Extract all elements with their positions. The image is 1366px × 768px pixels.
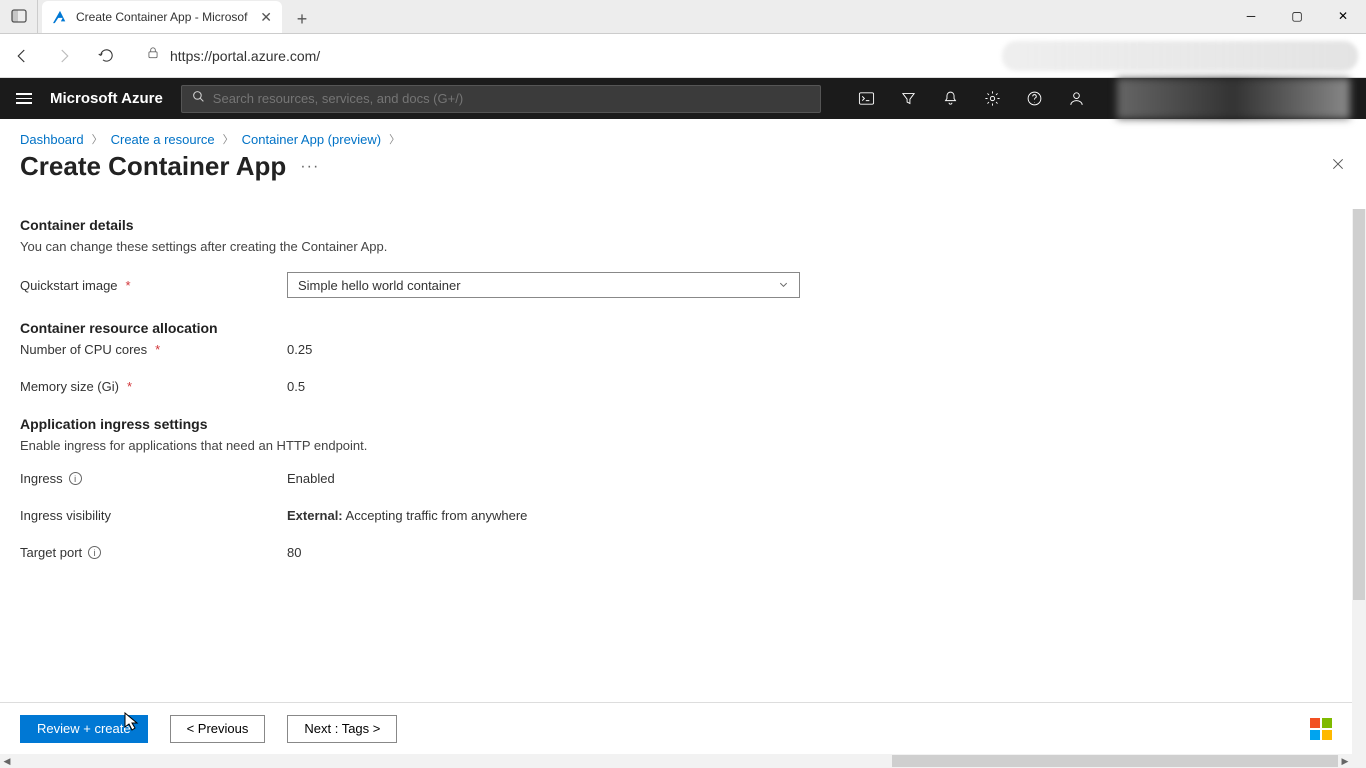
azure-favicon-icon [52,9,68,25]
hamburger-menu-button[interactable] [16,93,32,104]
info-icon[interactable]: i [88,546,101,559]
form-label: Ingress visibility [20,508,287,523]
directory-filter-icon[interactable] [889,78,929,119]
window-minimize-button[interactable]: ─ [1228,0,1274,33]
browser-address-bar [0,34,1366,78]
dropdown-value: Simple hello world container [298,278,461,293]
window-controls: ─ ▢ ✕ [1228,0,1366,33]
feedback-icon[interactable] [1057,78,1097,119]
page-title: Create Container App [20,151,286,182]
tab-close-icon[interactable]: ✕ [260,9,272,26]
form-value: 0.5 [287,379,305,394]
next-tags-button[interactable]: Next : Tags > [287,715,397,743]
browser-toolbar-blur [1002,41,1358,71]
section-desc: Enable ingress for applications that nee… [20,438,1332,453]
form-value: External: Accepting traffic from anywher… [287,508,527,523]
browser-refresh-button[interactable] [92,42,120,70]
scroll-right-arrow-icon[interactable]: ▶ [1338,754,1352,768]
chevron-right-icon: 〉 [223,131,234,147]
close-blade-button[interactable] [1330,156,1346,177]
required-marker: * [127,379,132,394]
browser-tab-active[interactable]: Create Container App - Microsof ✕ [42,1,282,33]
url-input[interactable] [170,48,970,64]
wizard-footer: Review + create < Previous Next : Tags > [0,702,1352,754]
form-label: Quickstart image* [20,278,287,293]
cloud-shell-icon[interactable] [847,78,887,119]
chevron-right-icon: 〉 [92,131,103,147]
review-create-button[interactable]: Review + create [20,715,148,743]
section-desc: You can change these settings after crea… [20,239,1332,254]
browser-tab-bar: Create Container App - Microsof ✕ + ─ ▢ … [0,0,1366,34]
tab-preview-button[interactable] [0,0,38,33]
form-row-ingress: Ingress i Enabled [20,471,1332,486]
header-icon-group [847,78,1097,119]
search-icon [192,90,205,108]
url-input-wrapper[interactable] [134,41,982,71]
tab-title: Create Container App - Microsof [76,10,247,24]
microsoft-logo-icon [1310,718,1332,740]
form-label: Memory size (Gi)* [20,379,287,394]
azure-portal-header: Microsoft Azure [0,78,1366,119]
window-close-button[interactable]: ✕ [1320,0,1366,33]
scrollbar-thumb[interactable] [1353,209,1365,600]
form-content: Container details You can change these s… [0,209,1352,703]
chevron-right-icon: 〉 [389,131,400,147]
breadcrumb-link[interactable]: Dashboard [20,132,84,147]
form-row-memory-size: Memory size (Gi)* 0.5 [20,379,1332,394]
required-marker: * [155,342,160,357]
more-actions-button[interactable]: ··· [300,158,319,176]
form-label: Number of CPU cores* [20,342,287,357]
notifications-icon[interactable] [931,78,971,119]
breadcrumb-link[interactable]: Create a resource [111,132,215,147]
section-title-ingress: Application ingress settings [20,416,1332,432]
form-value: 80 [287,545,301,560]
quickstart-image-dropdown[interactable]: Simple hello world container [287,272,800,298]
window-maximize-button[interactable]: ▢ [1274,0,1320,33]
section-title-container-details: Container details [20,217,1332,233]
previous-button[interactable]: < Previous [170,715,266,743]
section-title-resource-allocation: Container resource allocation [20,320,1332,336]
chevron-down-icon [778,278,789,293]
form-row-target-port: Target port i 80 [20,545,1332,560]
breadcrumb-link[interactable]: Container App (preview) [242,132,381,147]
browser-forward-button [50,42,78,70]
form-label: Ingress i [20,471,287,486]
scroll-left-arrow-icon[interactable]: ◀ [0,754,14,768]
form-row-cpu-cores: Number of CPU cores* 0.25 [20,342,1332,357]
scrollbar-thumb[interactable] [892,755,1338,767]
new-tab-button[interactable]: + [288,5,316,33]
azure-search-box[interactable] [181,85,821,113]
form-row-quickstart-image: Quickstart image* Simple hello world con… [20,272,1332,298]
form-value: Enabled [287,471,335,486]
form-value: 0.25 [287,342,312,357]
page-horizontal-scrollbar[interactable]: ◀ ▶ [0,754,1352,768]
settings-icon[interactable] [973,78,1013,119]
browser-back-button[interactable] [8,42,36,70]
azure-search-input[interactable] [213,91,810,106]
form-label: Target port i [20,545,287,560]
form-row-ingress-visibility: Ingress visibility External: Accepting t… [20,508,1332,523]
account-area-blur [1117,78,1350,119]
help-icon[interactable] [1015,78,1055,119]
content-vertical-scrollbar[interactable] [1352,209,1366,768]
required-marker: * [126,278,131,293]
breadcrumb: Dashboard 〉 Create a resource 〉 Containe… [0,119,1366,151]
azure-brand[interactable]: Microsoft Azure [50,90,163,107]
page-title-row: Create Container App ··· [0,151,1366,196]
lock-icon [146,46,160,65]
info-icon[interactable]: i [69,472,82,485]
